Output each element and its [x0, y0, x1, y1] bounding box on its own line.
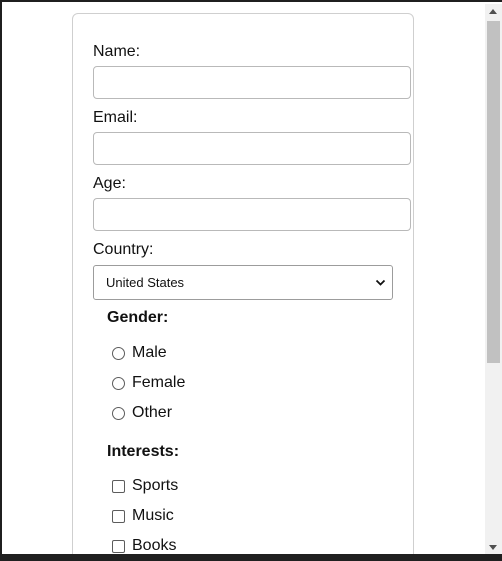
interest-option-books[interactable]: Books: [112, 537, 176, 555]
vertical-scrollbar[interactable]: [485, 4, 502, 556]
scrollbar-thumb[interactable]: [487, 21, 500, 363]
checkbox-sports[interactable]: [112, 479, 125, 493]
gender-option-female[interactable]: Female: [112, 374, 185, 392]
form-card: Name: Email: Age: Country: United States…: [72, 13, 414, 561]
radio-male[interactable]: [112, 346, 125, 360]
country-select[interactable]: United States: [93, 265, 393, 300]
gender-option-label: Female: [132, 374, 186, 391]
checkbox-books[interactable]: [112, 539, 125, 553]
radio-female[interactable]: [112, 376, 125, 390]
gender-option-other[interactable]: Other: [112, 404, 172, 422]
gender-option-label: Other: [132, 404, 173, 421]
country-label: Country:: [93, 241, 154, 258]
checkbox-music[interactable]: [112, 509, 125, 523]
interests-title: Interests:: [107, 443, 180, 460]
arrow-up-icon[interactable]: [489, 9, 497, 14]
interest-option-label: Books: [132, 537, 177, 554]
gender-option-male[interactable]: Male: [112, 344, 167, 362]
interest-option-label: Music: [132, 507, 174, 524]
interest-option-music[interactable]: Music: [112, 507, 174, 525]
chevron-down-icon: [375, 279, 386, 286]
name-label: Name:: [93, 43, 141, 60]
age-label: Age:: [93, 175, 126, 192]
interest-option-label: Sports: [132, 477, 179, 494]
radio-other[interactable]: [112, 406, 125, 420]
email-label: Email:: [93, 109, 138, 126]
interest-option-sports[interactable]: Sports: [112, 477, 178, 495]
window-bottom-edge: [0, 554, 502, 561]
email-input[interactable]: [93, 132, 411, 165]
gender-title: Gender:: [107, 309, 169, 326]
country-selected-value: United States: [106, 275, 185, 290]
gender-option-label: Male: [132, 344, 167, 361]
age-input[interactable]: [93, 198, 411, 231]
arrow-down-icon[interactable]: [489, 545, 497, 550]
name-input[interactable]: [93, 66, 411, 99]
page-viewport: Name: Email: Age: Country: United States…: [0, 0, 502, 561]
